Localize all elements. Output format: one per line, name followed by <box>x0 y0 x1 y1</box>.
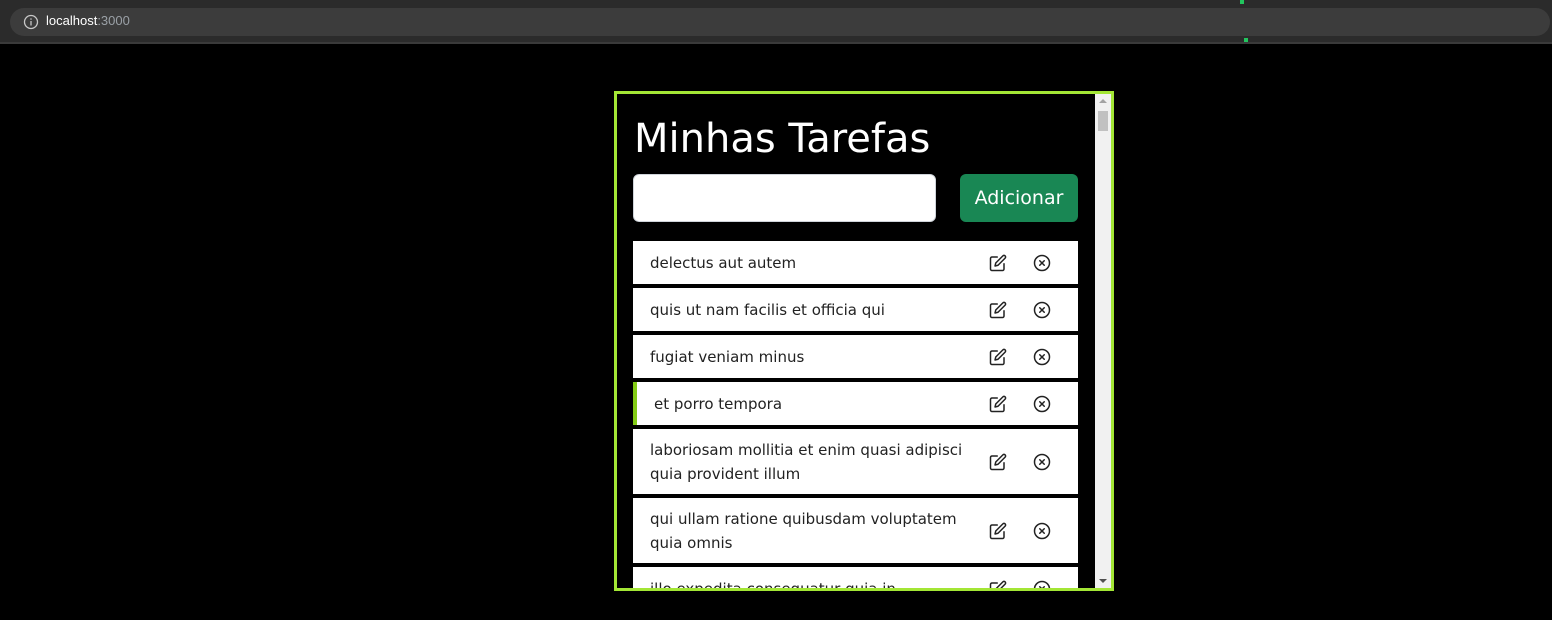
edit-icon[interactable] <box>988 452 1008 472</box>
edit-icon[interactable] <box>988 300 1008 320</box>
scrollbar[interactable] <box>1095 94 1111 588</box>
task-actions <box>988 579 1078 588</box>
scroll-thumb[interactable] <box>1098 111 1108 131</box>
info-icon[interactable] <box>23 14 39 30</box>
task-item: quis ut nam facilis et officia qui <box>633 288 1078 331</box>
close-circle-icon[interactable] <box>1032 579 1052 588</box>
task-actions <box>988 300 1078 320</box>
tab-indicator <box>1240 0 1244 4</box>
scroll-up-arrow-icon[interactable] <box>1095 94 1111 108</box>
task-text: et porro tempora <box>654 394 783 413</box>
scroll-down-arrow-icon[interactable] <box>1095 574 1111 588</box>
add-task-button[interactable]: Adicionar <box>960 174 1078 222</box>
todo-app-panel: Minhas Tarefas Adicionar delectus aut au… <box>614 91 1114 591</box>
task-text: quis ut nam facilis et officia qui <box>650 300 885 319</box>
task-text: delectus aut autem <box>650 253 797 272</box>
task-text: laboriosam mollitia et enim quasi adipis… <box>650 440 963 483</box>
task-item: qui ullam ratione quibusdam voluptatem q… <box>633 498 1078 563</box>
task-item: illo expedita consequatur quia in <box>633 567 1078 588</box>
task-text: illo expedita consequatur quia in <box>650 577 988 589</box>
close-circle-icon[interactable] <box>1032 394 1052 414</box>
browser-toolbar: localhost:3000 <box>0 0 1552 44</box>
edit-icon[interactable] <box>988 347 1008 367</box>
task-list: delectus aut autem quis ut nam facilis e… <box>633 241 1078 588</box>
task-item: fugiat veniam minus <box>633 335 1078 378</box>
close-circle-icon[interactable] <box>1032 452 1052 472</box>
edit-icon[interactable] <box>988 253 1008 273</box>
url-text[interactable]: localhost:3000 <box>46 12 130 30</box>
task-item: delectus aut autem <box>633 241 1078 284</box>
new-task-input[interactable] <box>633 174 936 222</box>
url-host: localhost <box>46 13 98 28</box>
task-actions <box>988 452 1078 472</box>
close-circle-icon[interactable] <box>1032 521 1052 541</box>
task-actions <box>988 521 1078 541</box>
edit-icon[interactable] <box>988 521 1008 541</box>
task-actions <box>988 394 1078 414</box>
task-actions <box>988 253 1078 273</box>
task-item: laboriosam mollitia et enim quasi adipis… <box>633 429 1078 494</box>
task-text: fugiat veniam minus <box>650 347 805 366</box>
close-circle-icon[interactable] <box>1032 300 1052 320</box>
task-text: qui ullam ratione quibusdam voluptatem q… <box>650 509 957 552</box>
page-title: Minhas Tarefas <box>634 116 931 162</box>
edit-icon[interactable] <box>988 579 1008 588</box>
edit-icon[interactable] <box>988 394 1008 414</box>
url-port: :3000 <box>97 13 130 28</box>
task-item-active: et porro tempora <box>633 382 1078 425</box>
todo-app-content: Minhas Tarefas Adicionar delectus aut au… <box>617 94 1095 588</box>
address-bar[interactable] <box>10 8 1550 36</box>
task-actions <box>988 347 1078 367</box>
close-circle-icon[interactable] <box>1032 253 1052 273</box>
tab-indicator <box>1244 38 1248 42</box>
close-circle-icon[interactable] <box>1032 347 1052 367</box>
